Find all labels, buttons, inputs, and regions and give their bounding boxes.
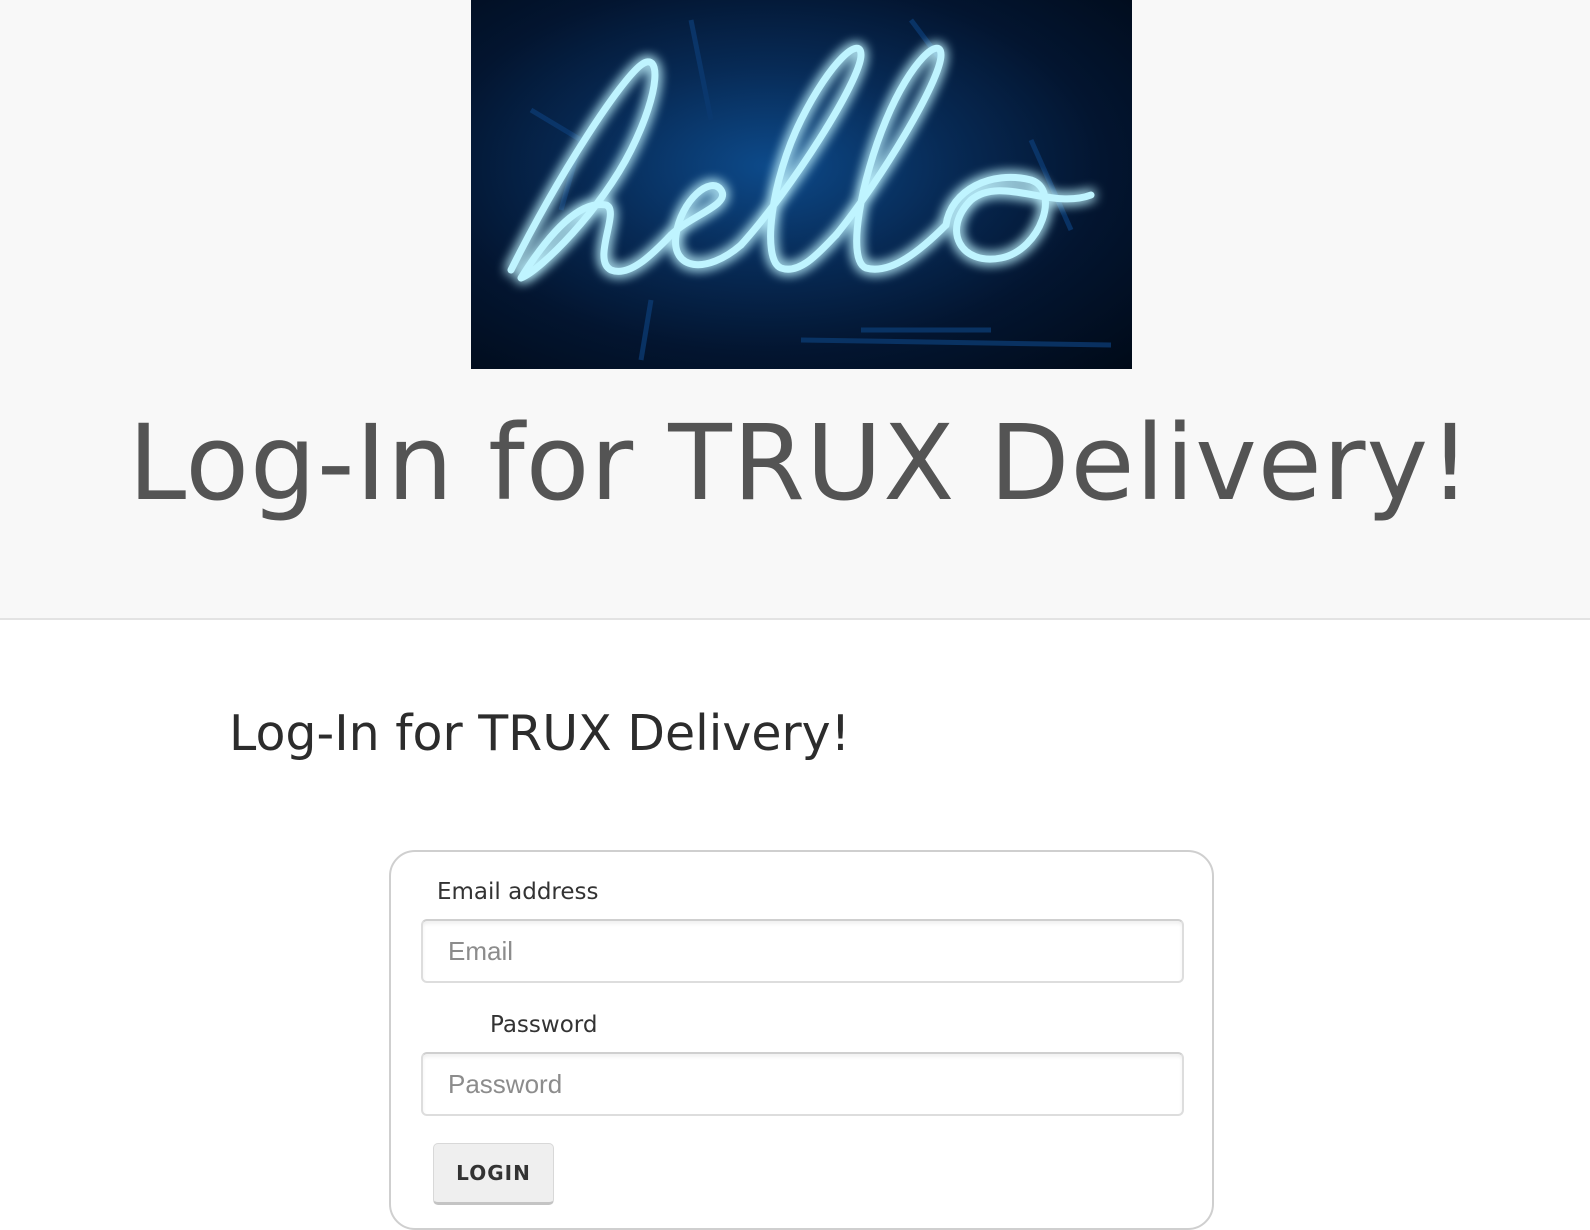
login-button[interactable]: LOGIN xyxy=(433,1143,554,1205)
email-label: Email address xyxy=(437,879,599,905)
password-label: Password xyxy=(490,1012,598,1038)
page-heading: Log-In for TRUX Delivery! xyxy=(229,705,851,762)
password-input[interactable] xyxy=(421,1052,1184,1116)
hero-banner: Log-In for TRUX Delivery! xyxy=(0,0,1590,620)
neon-sign-graphic xyxy=(507,18,1112,361)
email-input[interactable] xyxy=(421,919,1184,983)
hero-title: Log-In for TRUX Delivery! xyxy=(128,402,1472,524)
login-form: Email address Password LOGIN xyxy=(389,850,1214,1230)
hello-neon-image xyxy=(471,0,1132,369)
